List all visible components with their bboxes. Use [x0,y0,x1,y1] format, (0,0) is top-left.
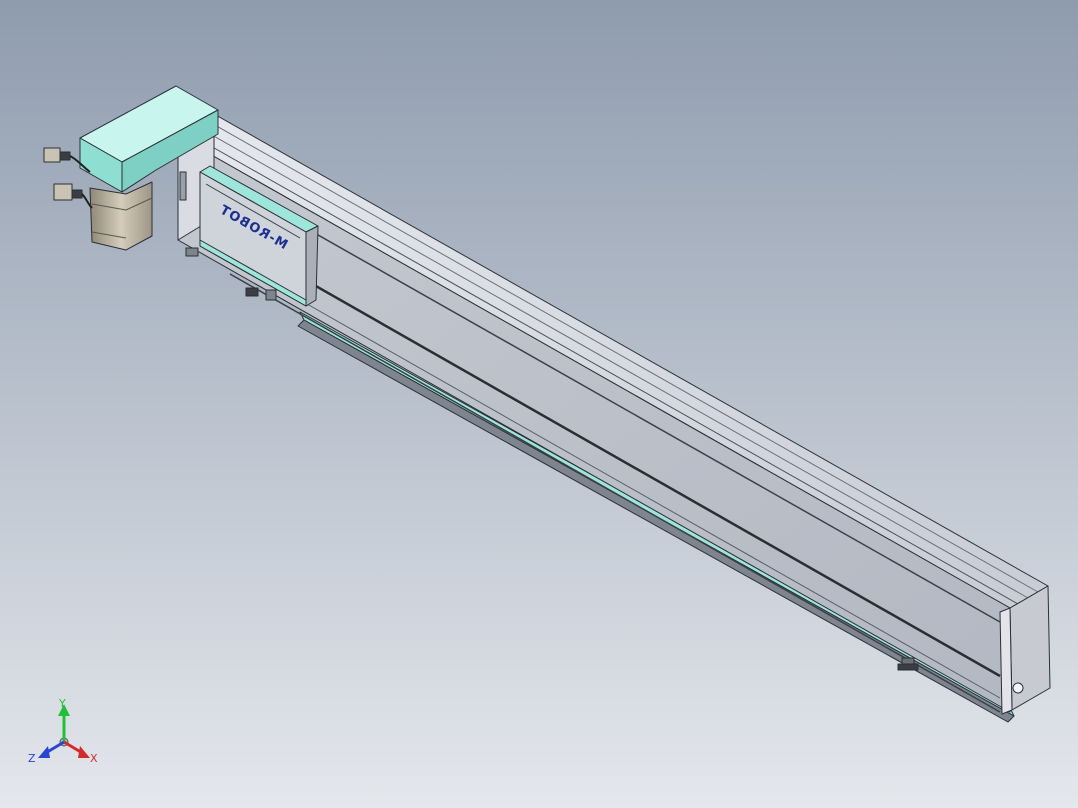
graphics-viewport[interactable]: M-ROBOT Y X Z [0,0,1078,808]
end-cap-front [999,607,1013,715]
carriage-side [305,225,319,307]
start-plate-slot [179,171,187,201]
carriage-foot-rear [265,289,277,301]
y-axis-label: Y [58,697,66,710]
carriage-foot-right [245,287,259,297]
cad-scene[interactable]: M-ROBOT Y X Z [0,0,1078,808]
x-axis-label: X [90,752,98,765]
end-cap-hole [1012,682,1024,694]
carriage-foot-left [185,247,199,257]
z-axis-label: Z [28,752,36,765]
